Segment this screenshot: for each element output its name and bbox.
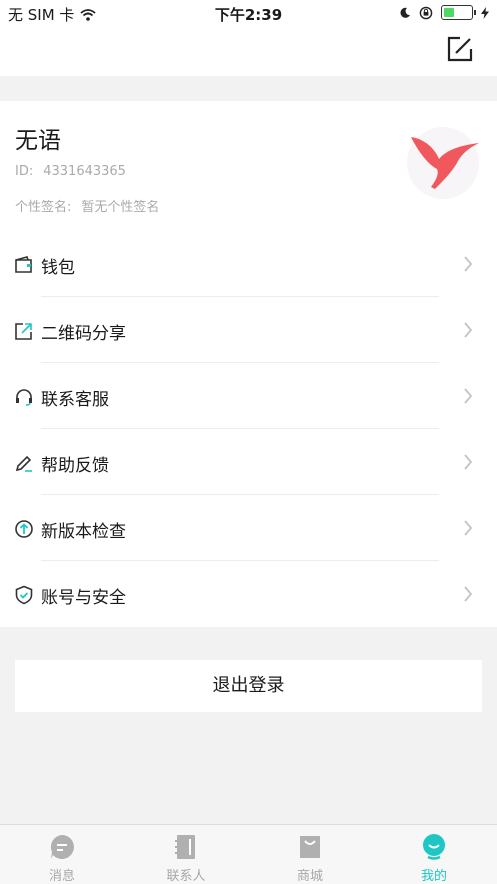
signature-label: 个性签名: <box>15 200 72 215</box>
menu-item-help-feedback[interactable]: 帮助反馈 <box>0 429 497 495</box>
tab-mine[interactable]: 我的 <box>372 825 496 884</box>
menu-item-label: 联系客服 <box>41 390 109 410</box>
settings-menu: 钱包 二维码分享 联系客服 帮助反馈 新版本检查 账号与安全 <box>0 231 497 627</box>
pencil-icon <box>15 455 32 472</box>
menu-item-version-check[interactable]: 新版本检查 <box>0 495 497 561</box>
tab-contacts[interactable]: 联系人 <box>124 825 248 884</box>
menu-item-qrcode-share[interactable]: 二维码分享 <box>0 297 497 363</box>
user-id: ID: 4331643365 <box>15 164 126 179</box>
chevron-right-icon <box>464 586 473 602</box>
avatar[interactable] <box>407 127 479 199</box>
wallet-icon <box>15 256 32 273</box>
shield-icon <box>15 585 33 605</box>
tab-label: 消息 <box>48 869 75 884</box>
chevron-right-icon <box>464 388 473 404</box>
upgrade-icon <box>15 520 33 538</box>
tab-label: 商城 <box>296 869 323 884</box>
headset-icon <box>16 389 32 406</box>
menu-item-customer-service[interactable]: 联系客服 <box>0 363 497 429</box>
menu-item-label: 账号与安全 <box>41 588 126 608</box>
tab-label: 联系人 <box>166 869 206 884</box>
nickname: 无语 <box>15 128 61 154</box>
bird-avatar-icon <box>411 137 479 189</box>
shop-icon <box>300 836 320 858</box>
chevron-right-icon <box>464 454 473 470</box>
logout-button[interactable]: 退出登录 <box>15 660 482 712</box>
tab-shop[interactable]: 商城 <box>248 825 372 884</box>
status-bar: 无 SIM 卡 下午2:39 <box>0 0 497 26</box>
id-label: ID: <box>15 164 34 179</box>
menu-item-account-security[interactable]: 账号与安全 <box>0 561 497 627</box>
rotation-lock-icon <box>419 6 433 19</box>
menu-item-label: 钱包 <box>41 258 75 278</box>
profile-icon <box>423 834 445 860</box>
menu-item-label: 新版本检查 <box>41 522 126 542</box>
id-value: 4331643365 <box>43 164 126 179</box>
message-icon <box>50 835 74 859</box>
chevron-right-icon <box>464 322 473 338</box>
contacts-icon <box>175 835 195 859</box>
share-icon <box>15 323 32 340</box>
menu-item-label: 帮助反馈 <box>41 456 109 476</box>
charging-icon <box>481 6 489 19</box>
battery-icon <box>441 5 476 20</box>
signature: 个性签名: 暂无个性签名 <box>15 196 159 215</box>
profile-card[interactable]: 无语 ID: 4331643365 个性签名: 暂无个性签名 <box>0 101 497 231</box>
chevron-right-icon <box>464 256 473 272</box>
tab-label: 我的 <box>420 869 447 884</box>
chevron-right-icon <box>464 520 473 536</box>
tab-messages[interactable]: 消息 <box>0 825 124 884</box>
menu-item-wallet[interactable]: 钱包 <box>0 231 497 297</box>
edit-icon[interactable] <box>447 36 473 62</box>
menu-item-label: 二维码分享 <box>41 324 126 344</box>
moon-icon <box>400 7 410 18</box>
top-bar <box>0 26 497 76</box>
signature-value: 暂无个性签名 <box>81 200 160 215</box>
tab-bar: 消息 联系人 商城 我的 <box>0 824 497 884</box>
